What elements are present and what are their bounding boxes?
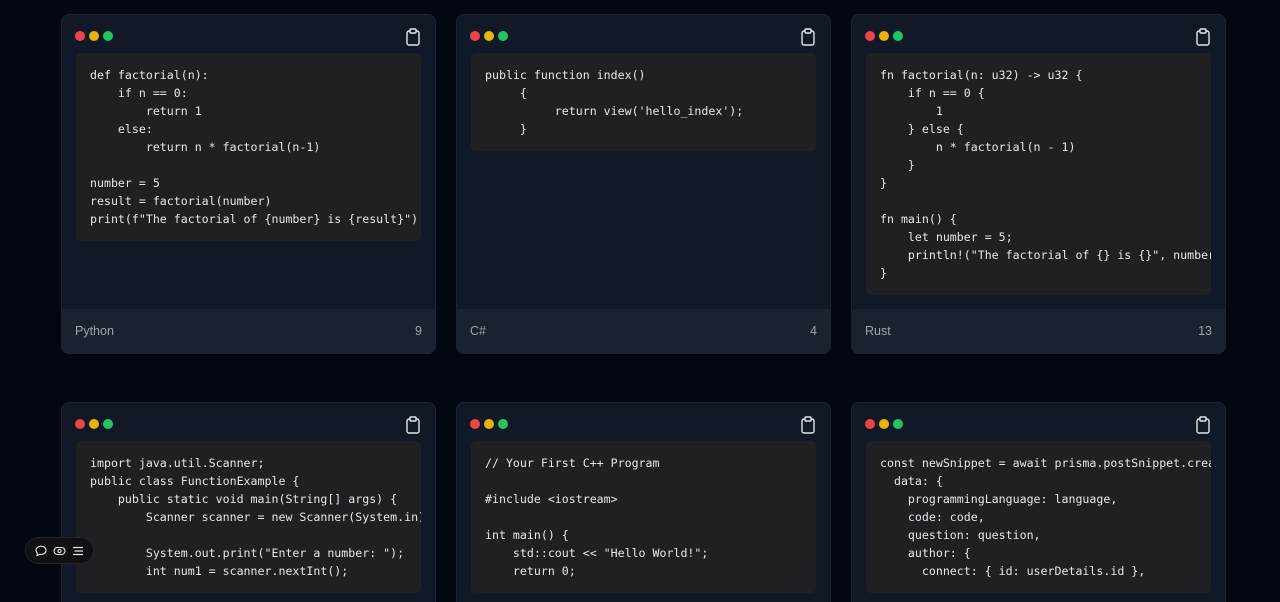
card-footer: C# 4: [457, 309, 830, 353]
card-footer: Rust 13: [852, 309, 1225, 353]
red-dot-icon: [865, 419, 875, 429]
code-block: // Your First C++ Program #include <iost…: [471, 441, 816, 593]
snippet-card[interactable]: fn factorial(n: u32) -> u32 { if n == 0 …: [851, 14, 1226, 354]
clipboard-icon[interactable]: [1195, 28, 1211, 46]
menu-icon[interactable]: [71, 544, 85, 558]
code-block: def factorial(n): if n == 0: return 1 el…: [76, 53, 421, 241]
window-dots: [865, 31, 903, 41]
yellow-dot-icon: [484, 419, 494, 429]
green-dot-icon: [893, 419, 903, 429]
code-block: import java.util.Scanner; public class F…: [76, 441, 421, 593]
clipboard-icon[interactable]: [800, 416, 816, 434]
red-dot-icon: [75, 31, 85, 41]
yellow-dot-icon: [484, 31, 494, 41]
card-footer: Python 9: [62, 309, 435, 353]
snippet-card[interactable]: import java.util.Scanner; public class F…: [61, 402, 436, 602]
language-label: Rust: [865, 324, 891, 338]
snippet-card[interactable]: const newSnippet = await prisma.postSnip…: [851, 402, 1226, 602]
code-block: const newSnippet = await prisma.postSnip…: [866, 441, 1211, 593]
red-dot-icon: [470, 419, 480, 429]
window-dots: [75, 31, 113, 41]
clipboard-icon[interactable]: [405, 28, 421, 46]
clipboard-icon[interactable]: [405, 416, 421, 434]
window-dots: [470, 419, 508, 429]
clipboard-icon[interactable]: [800, 28, 816, 46]
window-dots: [865, 419, 903, 429]
snippet-card[interactable]: def factorial(n): if n == 0: return 1 el…: [61, 14, 436, 354]
card-header: [62, 403, 435, 441]
comment-icon[interactable]: [34, 544, 48, 558]
eye-icon[interactable]: [52, 544, 66, 558]
green-dot-icon: [103, 419, 113, 429]
green-dot-icon: [103, 31, 113, 41]
card-header: [457, 403, 830, 441]
window-dots: [470, 31, 508, 41]
snippet-count: 13: [1198, 324, 1212, 338]
snippet-card[interactable]: public function index() { return view('h…: [456, 14, 831, 354]
yellow-dot-icon: [879, 31, 889, 41]
yellow-dot-icon: [89, 419, 99, 429]
red-dot-icon: [470, 31, 480, 41]
snippet-card[interactable]: // Your First C++ Program #include <iost…: [456, 402, 831, 602]
card-header: [852, 403, 1225, 441]
red-dot-icon: [865, 31, 875, 41]
green-dot-icon: [893, 31, 903, 41]
yellow-dot-icon: [879, 419, 889, 429]
card-header: [457, 15, 830, 53]
yellow-dot-icon: [89, 31, 99, 41]
green-dot-icon: [498, 419, 508, 429]
code-block: public function index() { return view('h…: [471, 53, 816, 151]
window-dots: [75, 419, 113, 429]
clipboard-icon[interactable]: [1195, 416, 1211, 434]
snippet-count: 4: [810, 324, 817, 338]
code-block: fn factorial(n: u32) -> u32 { if n == 0 …: [866, 53, 1211, 295]
language-label: Python: [75, 324, 114, 338]
card-header: [62, 15, 435, 53]
card-header: [852, 15, 1225, 53]
red-dot-icon: [75, 419, 85, 429]
green-dot-icon: [498, 31, 508, 41]
language-label: C#: [470, 324, 486, 338]
snippet-grid: def factorial(n): if n == 0: return 1 el…: [61, 14, 1226, 602]
snippet-count: 9: [415, 324, 422, 338]
floating-toolbar: [25, 537, 94, 564]
